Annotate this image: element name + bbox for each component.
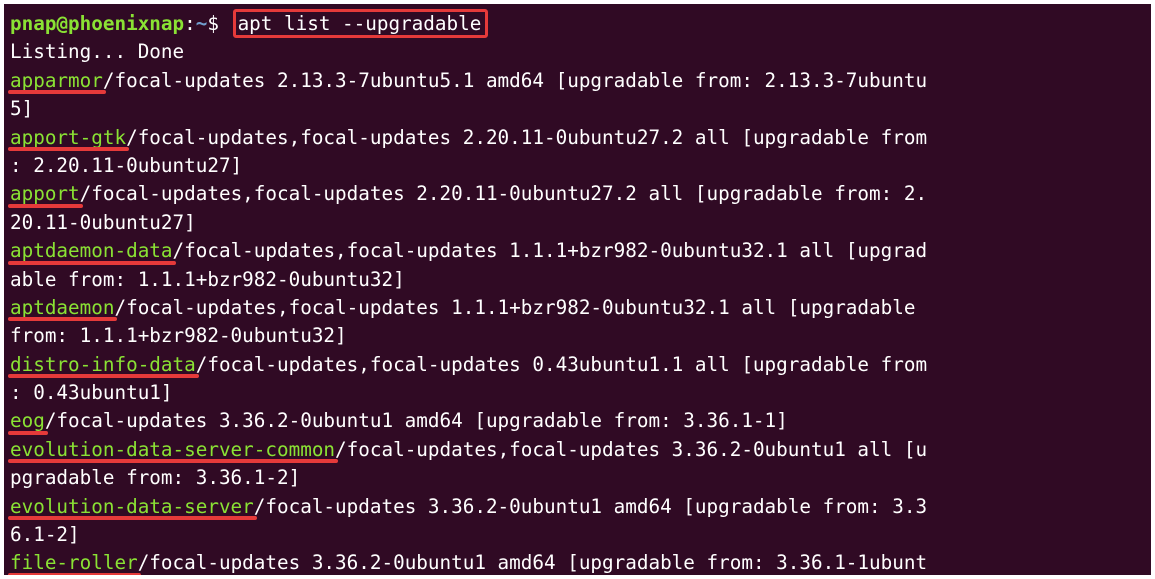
- output-line: apport/focal-updates,focal-updates 2.20.…: [8, 180, 1151, 209]
- package-name: apport: [8, 180, 83, 209]
- package-details: /focal-updates,focal-updates 2.20.11-0ub…: [79, 182, 928, 206]
- package-details: 20.11-0ubuntu27]: [10, 210, 196, 234]
- package-name: apparmor: [8, 67, 106, 95]
- output-line: aptdaemon/focal-updates,focal-updates 1.…: [7, 294, 1151, 322]
- status-line: Listing... Done: [10, 40, 185, 64]
- prompt-dollar: $: [207, 12, 231, 35]
- output-line: : 0.43ubuntu1]: [10, 379, 1151, 407]
- package-name: evolution-data-server: [8, 493, 257, 521]
- package-name: eog: [8, 407, 48, 436]
- output-line: able from: 1.1.1+bzr982-0ubuntu32]: [10, 266, 1151, 294]
- output-line: distro-info-data/focal-updates,focal-upd…: [8, 351, 1151, 379]
- output-line: pgradable from: 3.36.1-2]: [10, 464, 1151, 492]
- package-name: file-roller: [8, 549, 141, 575]
- package-name: apport-gtk: [7, 124, 130, 152]
- package-details: /focal-updates,focal-updates 3.36.2-0ubu…: [335, 437, 928, 461]
- output-line: eog/focal-updates 3.36.2-0ubuntu1 amd64 …: [8, 407, 1151, 436]
- output-line: evolution-data-server/focal-updates 3.36…: [8, 493, 1151, 521]
- package-details: /focal-updates,focal-updates 0.43ubuntu1…: [195, 352, 928, 376]
- package-details: able from: 1.1.1+bzr982-0ubuntu32]: [10, 267, 405, 291]
- package-details: /focal-updates,focal-updates 2.20.11-0ub…: [126, 125, 928, 149]
- package-details: /focal-updates,focal-updates 1.1.1+bzr98…: [114, 295, 916, 319]
- output-line: file-roller/focal-updates 3.36.2-0ubuntu…: [8, 549, 1151, 575]
- package-details: : 2.20.11-0ubuntu27]: [10, 153, 243, 177]
- package-details: from: 1.1.1+bzr982-0ubuntu32]: [10, 324, 347, 348]
- output-line: from: 1.1.1+bzr982-0ubuntu32]: [10, 322, 1151, 350]
- prompt-line: pnap@phoenixnap:~$ apt list --upgradable: [10, 9, 1151, 38]
- output-line: evolution-data-server-common/focal-updat…: [7, 436, 1151, 464]
- command-text: apt list --upgradable: [237, 12, 482, 35]
- output-line: apparmor/focal-updates 2.13.3-7ubuntu5.1…: [8, 67, 1151, 95]
- output-line: 5]: [10, 95, 1151, 123]
- package-details: 6.1-2]: [10, 523, 80, 547]
- output-line: : 2.20.11-0ubuntu27]: [10, 152, 1151, 180]
- package-details: /focal-updates 3.36.2-0ubuntu1 amd64 [up…: [137, 551, 928, 575]
- prompt-user-host: pnap@phoenixnap: [10, 12, 185, 35]
- package-details: /focal-updates,focal-updates 1.1.1+bzr98…: [172, 239, 928, 263]
- package-details: pgradable from: 3.36.1-2]: [10, 466, 301, 490]
- package-details: 5]: [10, 97, 34, 121]
- output-line: 20.11-0ubuntu27]: [10, 209, 1151, 237]
- terminal-window[interactable]: pnap@phoenixnap:~$ apt list --upgradable…: [4, 4, 1151, 575]
- output-lines: apparmor/focal-updates 2.13.3-7ubuntu5.1…: [7, 67, 1151, 575]
- prompt-separator: :: [184, 12, 196, 35]
- prompt-path: ~: [195, 12, 208, 35]
- output-line: 6.1-2]: [10, 521, 1151, 549]
- output-line: aptdaemon-data/focal-updates,focal-updat…: [8, 237, 1151, 265]
- output-line: apport-gtk/focal-updates,focal-updates 2…: [7, 124, 1151, 152]
- package-name: aptdaemon-data: [8, 237, 176, 265]
- package-name: aptdaemon: [7, 294, 118, 322]
- package-details: /focal-updates 3.36.2-0ubuntu1 amd64 [up…: [44, 409, 788, 433]
- package-name: distro-info-data: [8, 351, 199, 379]
- package-name: evolution-data-server-common: [7, 436, 339, 464]
- package-details: : 0.43ubuntu1]: [10, 381, 173, 405]
- package-details: /focal-updates 2.13.3-7ubuntu5.1 amd64 […: [102, 68, 928, 92]
- package-details: /focal-updates 3.36.2-0ubuntu1 amd64 [up…: [253, 494, 928, 518]
- command-highlight-box: apt list --upgradable: [232, 9, 489, 38]
